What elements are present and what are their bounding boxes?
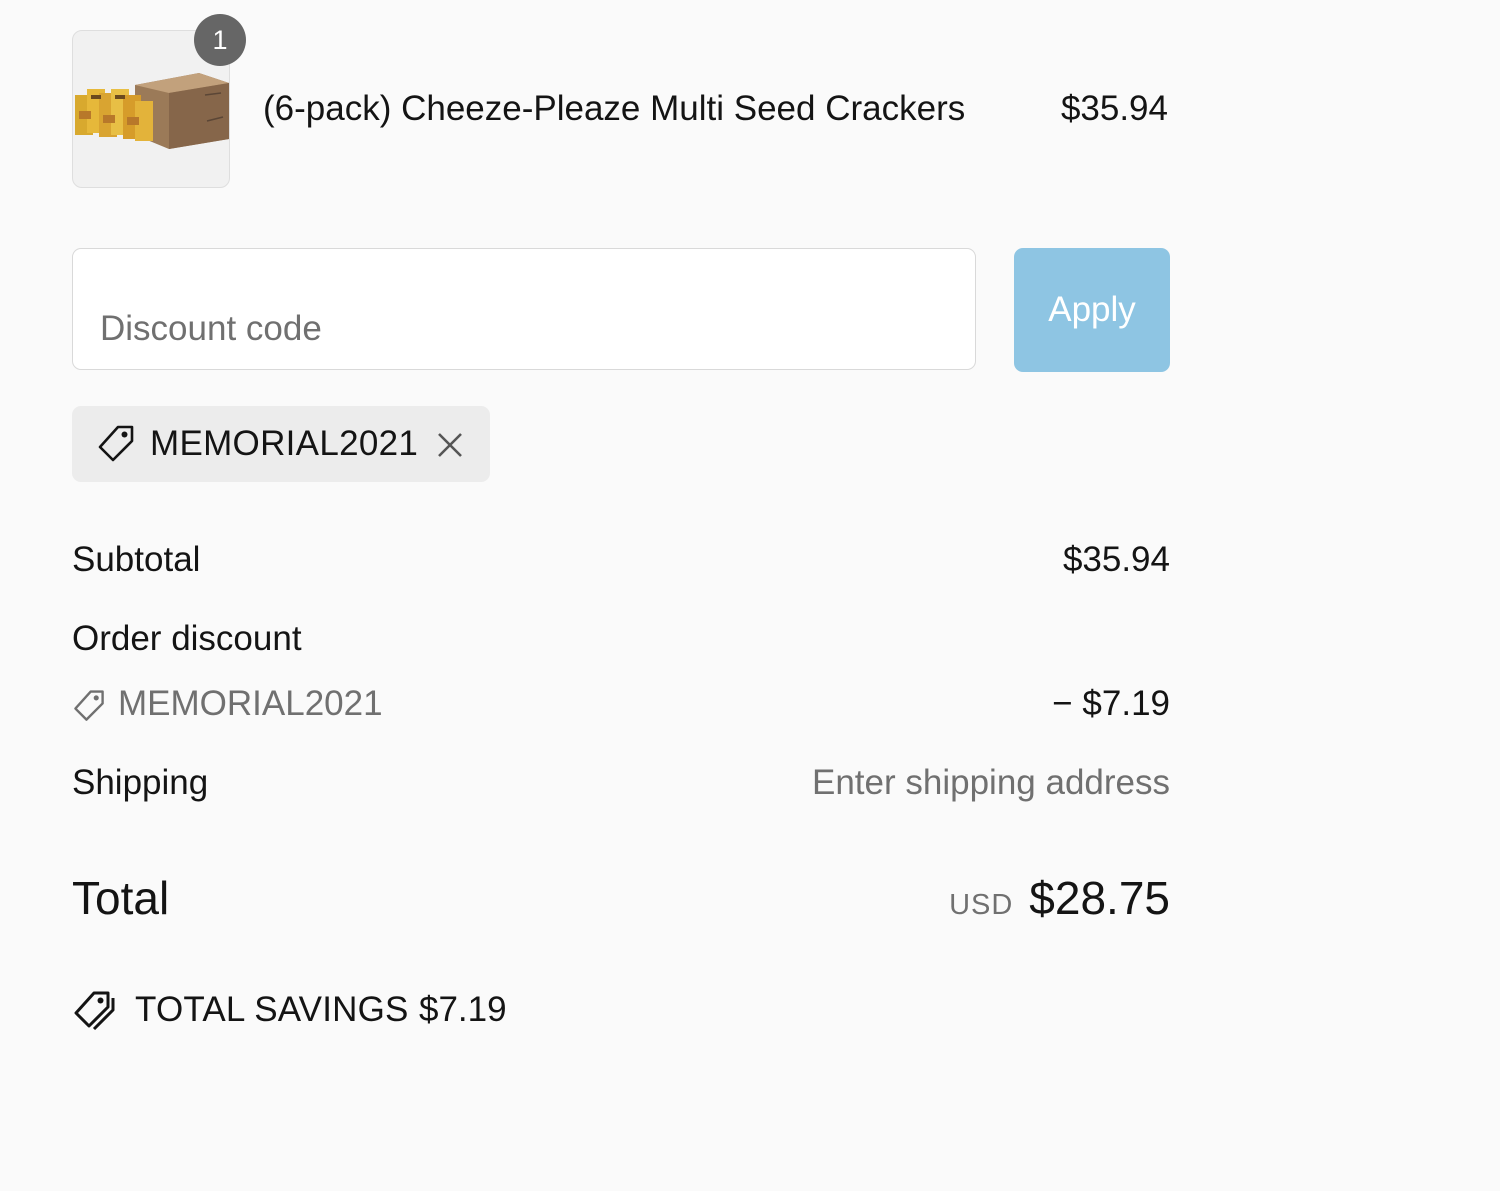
subtotal-label: Subtotal [72,540,201,579]
order-discount-row: Order discount [72,617,1170,661]
product-thumbnail: 1 [72,14,246,188]
product-price: $35.94 [1060,89,1168,128]
shipping-row: Shipping Enter shipping address [72,761,1170,805]
order-discount-label: Order discount [72,619,302,658]
subtotal-value: $35.94 [1062,540,1170,579]
quantity-badge: 1 [194,14,246,66]
total-row: Total USD $28.75 [72,866,1170,926]
order-discount-value: − $7.19 [1052,684,1170,723]
currency-code: USD [949,889,1014,921]
order-discount-detail-row: MEMORIAL2021 − $7.19 [72,682,1170,726]
tag-icon [74,690,104,721]
apply-button[interactable]: Apply [1014,248,1170,372]
shipping-value: Enter shipping address [812,763,1170,802]
order-discount-code: MEMORIAL2021 [118,684,383,723]
subtotal-row: Subtotal $35.94 [72,538,1170,582]
applied-discount-chip: MEMORIAL2021 [72,406,490,482]
cart-line-item: 1 (6-pack) Cheeze-Pleaze Multi Seed Crac… [72,14,1170,188]
tags-icon [74,991,115,1030]
total-savings-label: TOTAL SAVINGS [135,990,409,1029]
total-savings-value: $7.19 [419,990,507,1029]
shipping-label: Shipping [72,763,209,802]
total-value-group: USD $28.75 [949,870,1170,926]
discount-code-field[interactable] [72,248,976,370]
product-name: (6-pack) Cheeze-Pleaze Multi Seed Cracke… [263,89,966,128]
total-value: $28.75 [1029,872,1170,924]
tag-icon [98,425,134,462]
total-label: Total [72,872,170,924]
applied-discount-code: MEMORIAL2021 [150,424,419,463]
close-icon[interactable] [436,431,464,459]
discount-code-input[interactable] [100,307,940,351]
